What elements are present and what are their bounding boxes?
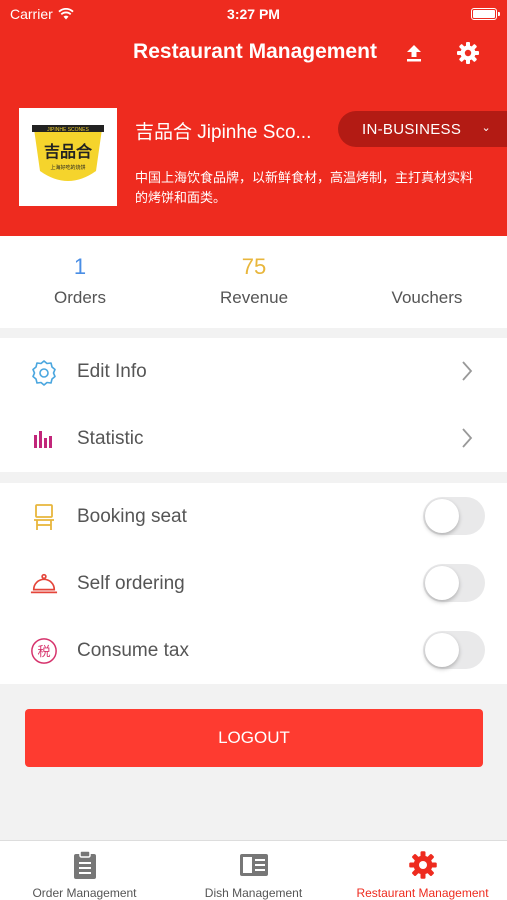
chevron-right-icon [462, 361, 473, 381]
self-ordering-toggle[interactable] [423, 564, 485, 602]
restaurant-logo: JIPINHE SCONES 吉品合 上海好吃的烧饼 [19, 108, 117, 206]
toggle-self-ordering-label: Self ordering [77, 572, 185, 594]
toggle-row-consume-tax: 税 Consume tax [0, 617, 507, 684]
restaurant-name: 吉品合 Jipinhe Sco... [135, 122, 312, 143]
battery-icon [471, 8, 500, 20]
logo-image: JIPINHE SCONES 吉品合 上海好吃的烧饼 [32, 125, 104, 181]
toggle-row-booking-seat: Booking seat [0, 483, 507, 550]
settings-toggles: Booking seat Self ordering 税 Consume tax [0, 483, 507, 684]
header-area: Carrier 3:27 PM Restaurant Management JI… [0, 0, 507, 236]
logout-button[interactable]: LOGOUT [25, 709, 483, 767]
stat-vouchers-value [352, 254, 502, 282]
chair-icon [30, 503, 58, 531]
business-status-dropdown[interactable]: IN-BUSINESS ⌄ [338, 111, 507, 147]
business-status-label: IN-BUSINESS [362, 120, 462, 138]
stat-revenue-value: 75 [241, 254, 267, 279]
cloche-icon [30, 570, 58, 598]
menu-item-statistic[interactable]: Statistic [0, 405, 507, 472]
stat-orders-value: 1 [73, 254, 87, 279]
stat-revenue[interactable]: 75 Revenue [179, 254, 329, 308]
menu-item-statistic-label: Statistic [77, 427, 144, 449]
tab-dish-management[interactable]: Dish Management [169, 849, 338, 900]
stat-vouchers[interactable]: Vouchers [352, 254, 502, 308]
page-title: Restaurant Management [133, 40, 377, 63]
toggle-booking-seat-label: Booking seat [77, 505, 187, 527]
upload-icon [407, 45, 421, 62]
stat-revenue-label: Revenue [219, 288, 289, 307]
upload-button[interactable] [399, 38, 429, 68]
tab-restaurant-management[interactable]: Restaurant Management [338, 849, 507, 900]
menu-book-icon [239, 854, 268, 876]
status-time: 3:27 PM [227, 6, 280, 22]
menu-item-edit-info[interactable]: Edit Info [0, 338, 507, 405]
gear-outline-icon [30, 358, 58, 386]
tab-order-management-label: Order Management [32, 886, 137, 900]
tab-bar: Order Management Dish Management Restaur… [0, 840, 507, 900]
tab-dish-management-label: Dish Management [204, 886, 303, 900]
bar-chart-icon [30, 425, 58, 453]
chevron-right-icon [462, 428, 473, 448]
status-bar: Carrier 3:27 PM [0, 0, 507, 28]
toggle-consume-tax-label: Consume tax [77, 639, 189, 661]
restaurant-description: 中国上海饮食品牌，以新鲜食材，高温烤制，主打真材实料的烤饼和面类。 [135, 170, 474, 205]
clipboard-icon [73, 850, 96, 879]
tab-order-management[interactable]: Order Management [0, 849, 169, 900]
stats-panel: 1 Orders 75 Revenue Vouchers [0, 236, 507, 328]
logo-top-text: JIPINHE SCONES [47, 127, 89, 133]
stat-orders[interactable]: 1 Orders [5, 254, 155, 308]
menu-item-edit-info-label: Edit Info [77, 360, 147, 382]
gear-icon [408, 851, 437, 879]
settings-button[interactable] [453, 38, 483, 68]
tab-restaurant-management-label: Restaurant Management [356, 886, 489, 900]
consume-tax-toggle[interactable] [423, 631, 485, 669]
booking-seat-toggle[interactable] [423, 497, 485, 535]
logo-main-text: 吉品合 [44, 142, 93, 161]
tax-icon-text: 税 [37, 645, 50, 660]
logo-sub-text: 上海好吃的烧饼 [50, 164, 85, 171]
gear-icon [457, 42, 479, 64]
menu-list: Edit Info Statistic [0, 338, 507, 472]
tax-icon: 税 [30, 637, 58, 665]
stat-orders-label: Orders [54, 288, 106, 307]
chevron-down-icon: ⌄ [481, 122, 491, 134]
toggle-row-self-ordering: Self ordering [0, 550, 507, 617]
stat-vouchers-label: Vouchers [391, 288, 463, 307]
